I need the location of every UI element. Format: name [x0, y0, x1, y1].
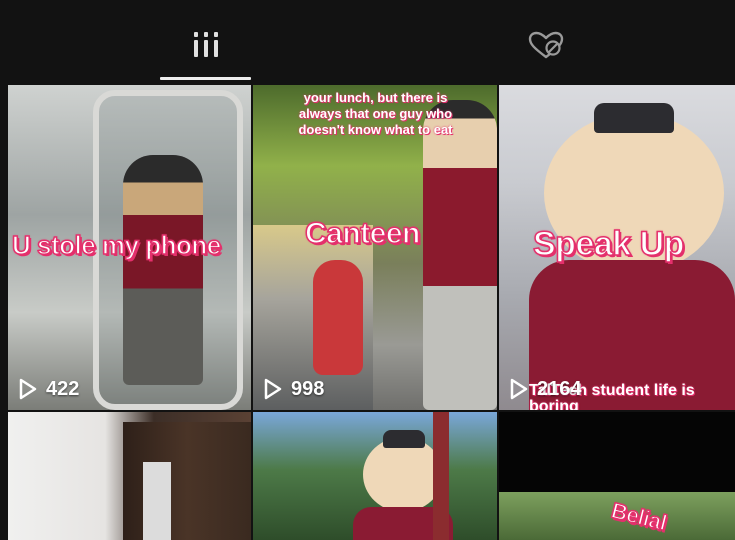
tab-videos[interactable]: [158, 8, 254, 86]
play-icon: [510, 378, 528, 400]
grid-videos-icon: [194, 32, 218, 57]
mascot-figure: [423, 100, 497, 410]
tab-liked[interactable]: [498, 8, 594, 86]
play-icon: [264, 378, 282, 400]
video-caption: U stole my phone: [11, 229, 222, 261]
red-costume-figure: [313, 260, 363, 375]
video-tile[interactable]: Belial: [499, 412, 735, 540]
profile-video-panel: U stole my phone 422 your lunch, but the…: [8, 8, 735, 540]
view-count: 422: [18, 376, 79, 402]
video-caption: Canteen: [304, 216, 421, 251]
profile-tab-bar: [8, 8, 735, 86]
liked-hidden-icon: [528, 31, 564, 59]
active-tab-indicator: [160, 77, 251, 80]
play-icon: [19, 378, 37, 400]
red-pole: [433, 412, 449, 540]
video-grid: U stole my phone 422 your lunch, but the…: [8, 85, 735, 540]
door-window: [143, 462, 171, 540]
view-count: 2164: [509, 376, 582, 402]
view-count-value: 422: [46, 377, 80, 400]
video-tile[interactable]: [253, 412, 497, 540]
view-count: 998: [263, 376, 324, 402]
mascot-hat: [594, 103, 674, 133]
view-count-value: 2164: [537, 377, 582, 400]
video-caption: Speak Up: [532, 224, 685, 264]
mascot-hat: [383, 430, 425, 448]
video-tile[interactable]: Speak Up TalTech student life is boring …: [499, 85, 735, 410]
video-overlay-text: your lunch, but there is always that one…: [298, 90, 453, 137]
mascot-figure: [123, 155, 203, 385]
mascot-head: [363, 437, 443, 512]
view-count-value: 998: [291, 377, 325, 400]
video-tile[interactable]: U stole my phone 422: [8, 85, 251, 410]
video-tile[interactable]: [8, 412, 251, 540]
video-tile[interactable]: your lunch, but there is always that one…: [253, 85, 497, 410]
